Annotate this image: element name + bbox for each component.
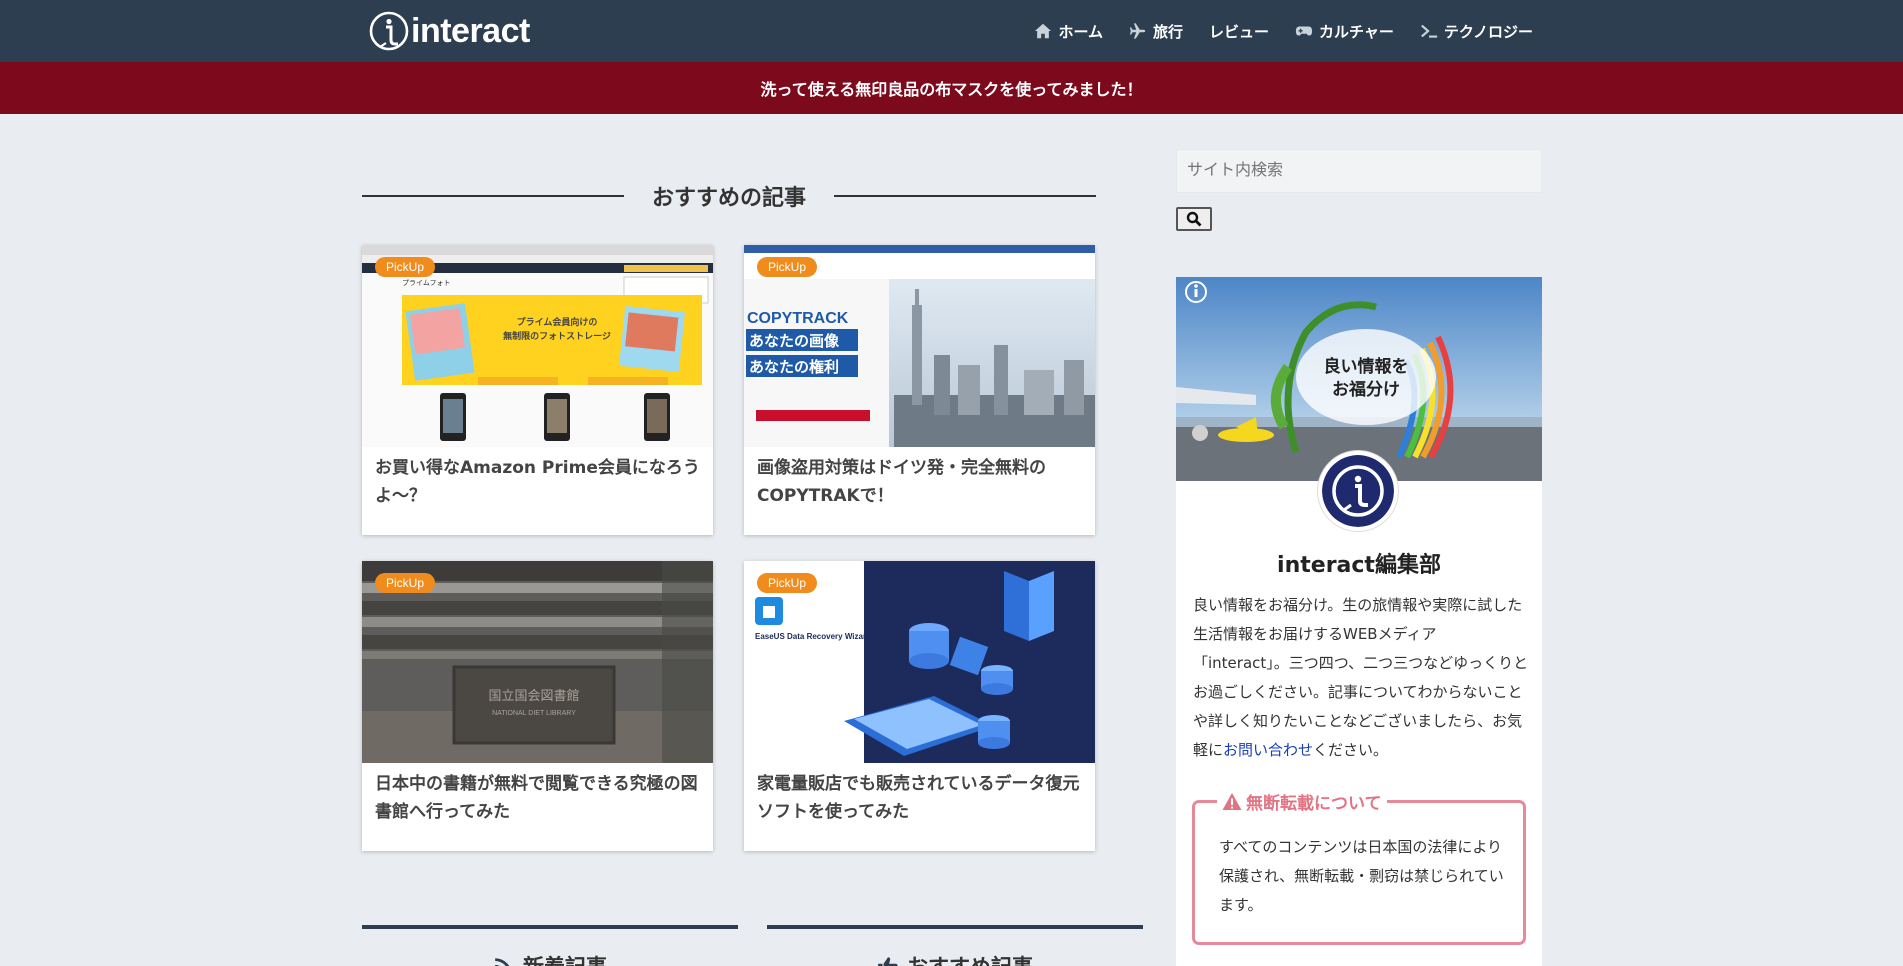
article-title: 画像盗用対策はドイツ発・完全無料のCOPYTRAKで！ [757,458,1046,506]
tab-label: おすすめ記事 [907,951,1033,966]
svg-text:良い情報を: 良い情報を [1324,356,1409,377]
svg-text:プライムフォト: プライムフォト [402,279,450,287]
tab-label: 新着記事 [523,951,607,966]
profile-description: 良い情報をお福分け。生の旅情報や実際に試した生活情報をお届けするWEBメディア「… [1193,596,1529,759]
notice-body: すべてのコンテンツは日本国の法律により保護され、無断転載・剽窃は禁じられています… [1219,838,1504,914]
pickup-badge: PickUp [375,257,436,277]
recommended-section-heading: おすすめの記事 [362,178,1097,214]
warning-icon [1222,792,1242,810]
search-icon [1186,211,1202,227]
nav-label: レビュー [1209,22,1270,41]
profile-name: interact編集部 [1277,553,1441,578]
svg-text:プライム会員向けの: プライム会員向けの [517,316,598,328]
article-card[interactable]: プライムフォト プライム会員向けの 無制限のフォトストレージ PickUp お買… [362,245,713,535]
article-thumbnail: EaseUS Data Recovery Wizard PickUp [744,561,1095,763]
pickup-badge: PickUp [757,257,818,277]
article-title: 家電量販店でも販売されているデータ復元ソフトを使ってみた [757,774,1080,822]
nav-label: テクノロジー [1443,22,1533,41]
article-thumbnail: 国立国会図書館 NATIONAL DIET LIBRARY PickUp [362,561,713,763]
nav-item-technology[interactable]: テクノロジー [1420,21,1533,42]
terminal-icon [1420,24,1437,38]
svg-text:NATIONAL DIET LIBRARY: NATIONAL DIET LIBRARY [492,710,576,717]
profile-widget: 良い情報を お福分け interact編集部 良い情報をお福分け。生の旅情報や実… [1176,277,1542,966]
nav-label: カルチャー [1319,22,1394,41]
profile-avatar [1318,451,1398,531]
pickup-badge: PickUp [375,573,436,593]
svg-text:お福分け: お福分け [1332,379,1400,400]
notice-banner: 洗って使える無印良品の布マスクを使ってみました！ [0,62,1903,114]
article-card[interactable]: EaseUS Data Recovery Wizard PickUp 家電量販店… [744,561,1095,851]
logo-text: interact [411,11,530,50]
plane-icon [1129,23,1146,39]
article-card[interactable]: 国立国会図書館 NATIONAL DIET LIBRARY PickUp 日本中… [362,561,713,851]
site-header: interact ホーム 旅行 レビュー カルチャー テクノロジー [0,0,1903,62]
contact-link[interactable]: お問い合わせ [1223,741,1313,759]
divider [834,195,1097,197]
main-nav: ホーム 旅行 レビュー カルチャー テクノロジー [1034,0,1533,62]
nav-item-travel[interactable]: 旅行 [1129,21,1183,42]
gamepad-icon [1295,26,1313,36]
article-title: 日本中の書籍が無料で閲覧できる究極の図書館へ行ってみた [375,774,698,822]
svg-text:国立国会図書館: 国立国会図書館 [488,689,579,704]
search-button[interactable] [1176,207,1212,231]
site-logo[interactable]: interact [368,8,530,54]
nav-label: 旅行 [1153,22,1184,41]
home-icon [1035,23,1052,39]
copyright-notice-box: 無断転載について すべてのコンテンツは日本国の法律により保護され、無断転載・剽窃… [1192,789,1526,945]
svg-text:無制限のフォトストレージ: 無制限のフォトストレージ [503,330,611,342]
nav-label: ホーム [1058,22,1103,41]
logo-i-icon [369,11,409,51]
nav-item-home[interactable]: ホーム [1034,21,1103,42]
site-search-input[interactable] [1176,149,1542,193]
article-thumbnail: COPYTRACK あなたの画像 あなたの権利 PickUp [744,245,1095,447]
section-title: おすすめの記事 [652,186,807,211]
nav-item-culture[interactable]: カルチャー [1295,21,1394,42]
article-card[interactable]: COPYTRACK あなたの画像 あなたの権利 PickUp 画像盗用対策はドイ… [744,245,1095,535]
divider [362,195,624,197]
svg-text:あなたの権利: あなたの権利 [749,358,839,376]
svg-text:COPYTRACK: COPYTRACK [747,310,849,327]
rss-icon [495,958,510,966]
banner-link[interactable]: 洗って使える無印良品の布マスクを使ってみました！ [761,76,1143,100]
svg-text:EaseUS Data Recovery Wizard: EaseUS Data Recovery Wizard [755,632,871,641]
nav-item-review[interactable]: レビュー [1209,21,1269,42]
article-thumbnail: プライムフォト プライム会員向けの 無制限のフォトストレージ PickUp [362,245,713,447]
notice-title: 無断転載について [1217,789,1387,814]
recommended-articles-heading: おすすめ記事 [767,925,1143,966]
thumbs-up-icon [878,957,898,966]
article-title: お買い得なAmazon Prime会員になろうよ〜？ [375,458,700,506]
pickup-badge: PickUp [757,573,818,593]
new-articles-heading: 新着記事 [362,925,738,966]
svg-text:あなたの画像: あなたの画像 [749,332,840,350]
